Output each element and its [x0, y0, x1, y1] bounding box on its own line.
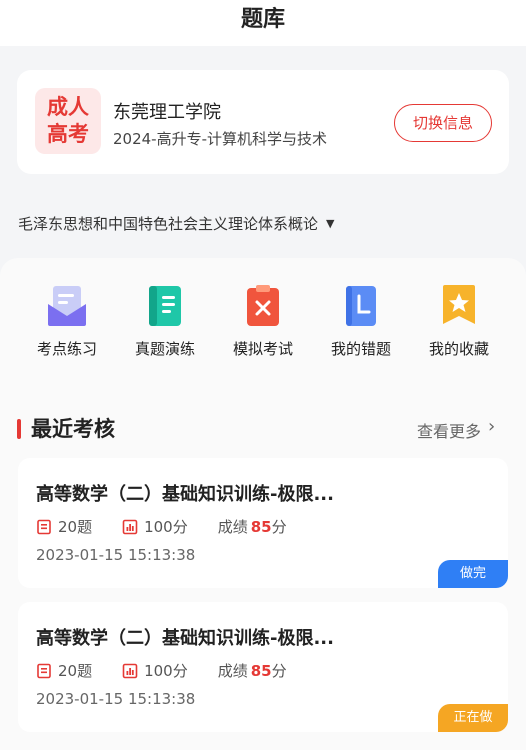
school-name: 东莞理工学院 — [113, 102, 221, 123]
main-panel: 考点练习 真题演练 模拟考试 我的错题 我的收藏 最近考核 查看更多 › 高等数… — [0, 258, 526, 750]
tool-past-exam-practice[interactable]: 真题演练 — [120, 284, 210, 359]
exam-time: 2023-01-15 15:13:38 — [36, 690, 196, 708]
recent-exams-header: 最近考核 查看更多 › — [0, 410, 526, 446]
score-value: 85 — [250, 661, 272, 680]
bar-chart-icon — [122, 519, 138, 534]
envelope-icon — [48, 286, 86, 326]
tool-label: 我的收藏 — [428, 340, 489, 358]
exam-paper-icon — [247, 285, 279, 326]
document-icon — [37, 663, 51, 678]
notebook-icon — [149, 286, 181, 326]
view-more-link[interactable]: 查看更多 — [417, 418, 481, 442]
tool-grid: 考点练习 真题演练 模拟考试 我的错题 我的收藏 — [0, 284, 526, 374]
star-bookmark-icon — [443, 285, 475, 324]
tool-my-favorites[interactable]: 我的收藏 — [414, 284, 504, 359]
caret-down-icon: ▼ — [326, 217, 335, 230]
school-info-card: 成人 高考 东莞理工学院 2024-高升专-计算机科学与技术 切换信息 — [17, 70, 509, 174]
total-score: 100分 — [144, 518, 188, 536]
score-label: 成绩 — [217, 662, 248, 680]
exam-time: 2023-01-15 15:13:38 — [36, 546, 196, 564]
chevron-right-icon[interactable]: › — [488, 416, 495, 437]
switch-info-button[interactable]: 切换信息 — [394, 104, 492, 142]
tool-label: 模拟考试 — [232, 340, 293, 358]
tool-mock-exam[interactable]: 模拟考试 — [218, 284, 308, 359]
tool-my-mistakes[interactable]: 我的错题 — [316, 284, 406, 359]
tool-key-point-practice[interactable]: 考点练习 — [22, 284, 112, 359]
exam-meta: 20题 100分 成绩 85 分 — [36, 516, 287, 537]
error-book-icon — [346, 286, 376, 326]
score-label: 成绩 — [217, 518, 248, 536]
exam-card[interactable]: 高等数学（二）基础知识训练-极限... 20题 100分 成绩 85 分 202… — [18, 458, 508, 588]
score-value: 85 — [250, 517, 272, 536]
document-icon — [37, 519, 51, 534]
page-title: 题库 — [240, 7, 285, 32]
exam-title: 高等数学（二）基础知识训练-极限... — [36, 628, 334, 649]
tool-label: 考点练习 — [36, 340, 97, 358]
question-count: 20题 — [58, 518, 93, 536]
exam-card[interactable]: 高等数学（二）基础知识训练-极限... 20题 100分 成绩 85 分 202… — [18, 602, 508, 732]
section-title: 最近考核 — [31, 417, 115, 441]
tool-label: 真题演练 — [134, 340, 195, 358]
tool-label: 我的错题 — [330, 340, 391, 358]
section-accent-bar — [17, 419, 21, 439]
exam-meta: 20题 100分 成绩 85 分 — [36, 660, 287, 681]
status-badge: 做完 — [438, 560, 508, 588]
score-unit: 分 — [271, 518, 287, 536]
top-bar: 题库 — [0, 0, 526, 46]
exam-title: 高等数学（二）基础知识训练-极限... — [36, 484, 334, 505]
bar-chart-icon — [122, 663, 138, 678]
adult-exam-logo: 成人 高考 — [35, 88, 101, 154]
status-badge: 正在做 — [438, 704, 508, 732]
subject-selector[interactable]: 毛泽东思想和中国特色社会主义理论体系概论 ▼ — [18, 213, 334, 234]
total-score: 100分 — [144, 662, 188, 680]
subject-selected-label: 毛泽东思想和中国特色社会主义理论体系概论 — [18, 215, 319, 233]
school-major: 2024-高升专-计算机科学与技术 — [113, 130, 328, 148]
score-unit: 分 — [271, 662, 287, 680]
question-count: 20题 — [58, 662, 93, 680]
